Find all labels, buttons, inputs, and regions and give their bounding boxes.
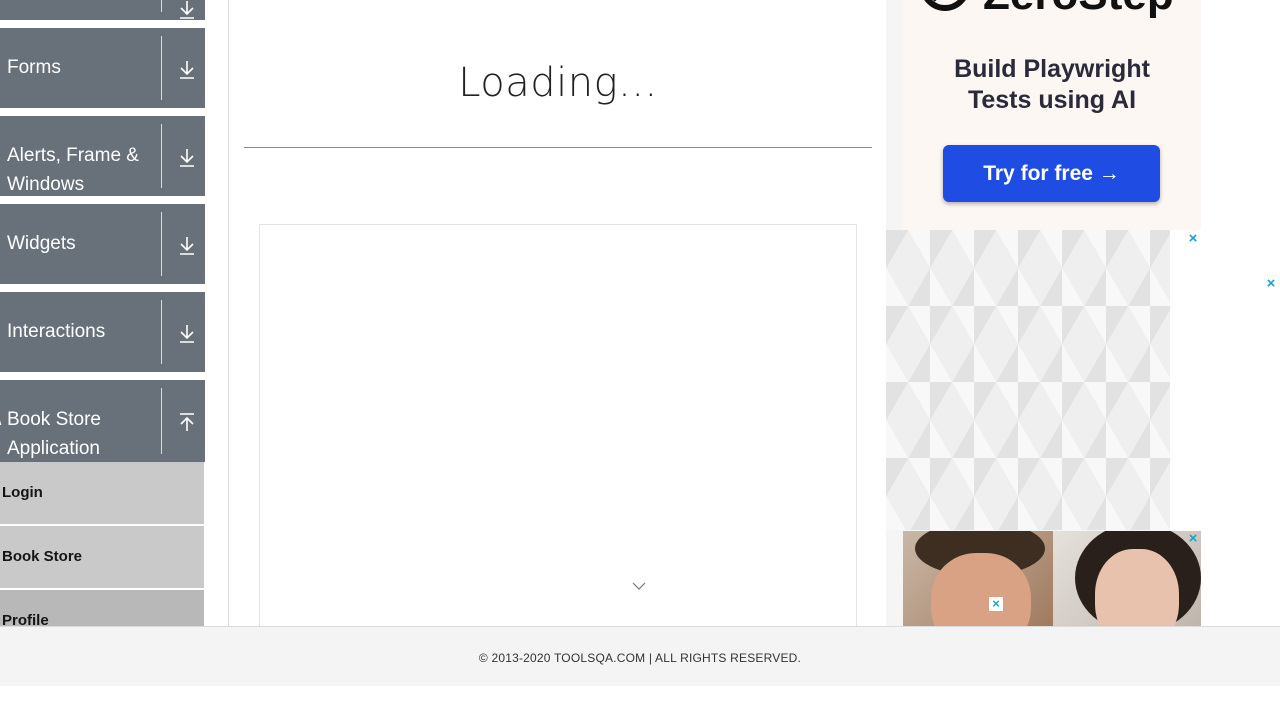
group-separator <box>161 388 162 454</box>
sidebar-group-forms[interactable]: Forms <box>0 28 205 108</box>
sidebar-group-label: Book Store <box>7 409 101 430</box>
close-ad-icon[interactable]: × <box>1186 231 1200 246</box>
group-bullet: | <box>0 141 1 170</box>
sidebar-item-profile[interactable]: Profile <box>0 590 204 626</box>
sidebar-group-label: Alerts, Frame & <box>7 145 139 166</box>
ad-photo-banner[interactable]: × <box>903 531 1201 626</box>
upload-arrow-icon[interactable] <box>175 410 199 434</box>
ad-placeholder-pattern <box>886 230 1170 530</box>
group-separator <box>161 124 162 188</box>
footer: © 2013-2020 TOOLSQA.COM | ALL RIGHTS RES… <box>0 626 1280 686</box>
photo-person-face <box>1095 549 1179 626</box>
download-arrow-icon[interactable] <box>175 0 199 22</box>
title-underline <box>244 147 872 148</box>
footer-copyright: © 2013-2020 TOOLSQA.COM | ALL RIGHTS RES… <box>478 651 802 665</box>
sidebar: Forms | Alerts, Frame & Windows | Widget… <box>0 0 205 626</box>
sidebar-group-interactions[interactable]: | Interactions <box>0 292 205 372</box>
ad-banner-zerostep[interactable]: ZeroStep Build Playwright Tests using AI… <box>903 0 1201 230</box>
sidebar-item-label: Profile <box>2 612 49 626</box>
photo-person-face <box>931 553 1031 626</box>
group-separator <box>161 212 162 276</box>
download-arrow-icon[interactable] <box>175 322 199 346</box>
sidebar-group-alerts[interactable]: | Alerts, Frame & Windows <box>0 116 205 196</box>
group-bullet: | <box>0 317 1 346</box>
close-ad-icon[interactable]: × <box>1264 276 1278 291</box>
sidebar-item-label: Login <box>2 484 43 501</box>
sidebar-divider <box>228 0 229 626</box>
sidebar-group-label-line2: Application <box>7 438 100 459</box>
sidebar-group-widgets[interactable]: | Widgets <box>0 204 205 284</box>
sidebar-group-label: Interactions <box>7 321 106 342</box>
group-bullet: | <box>0 229 1 258</box>
chevron-down-icon[interactable] <box>631 581 647 591</box>
download-arrow-icon[interactable] <box>175 234 199 258</box>
close-ad-icon[interactable]: × <box>1186 531 1200 546</box>
download-arrow-icon[interactable] <box>175 58 199 82</box>
page-title: Loading... <box>458 60 658 106</box>
sidebar-group-label: Forms <box>7 57 61 78</box>
group-bullet: \ <box>0 405 1 434</box>
sidebar-item-book-store[interactable]: Book Store <box>0 526 204 588</box>
close-ad-icon[interactable]: × <box>989 597 1003 611</box>
group-separator <box>161 0 162 12</box>
content-panel <box>259 224 857 634</box>
sidebar-item-label: Book Store <box>2 548 83 565</box>
ad-headline-line1: Build Playwright <box>954 55 1150 83</box>
group-separator <box>161 36 162 100</box>
sidebar-group-elements[interactable] <box>0 0 205 20</box>
sidebar-group-label-line2: Windows <box>7 174 85 195</box>
sidebar-group-book-store-application[interactable]: \ Book Store Application <box>0 380 205 462</box>
ad-brand-text: ZeroStep <box>983 0 1174 20</box>
sidebar-group-label: Widgets <box>7 233 76 254</box>
group-separator <box>161 300 162 364</box>
ad-headline: Build Playwright Tests using AI <box>903 54 1201 116</box>
try-for-free-button[interactable]: Try for free → <box>943 145 1160 202</box>
ad-headline-line2: Tests using AI <box>967 86 1137 114</box>
download-arrow-icon[interactable] <box>175 146 199 170</box>
sidebar-item-login[interactable]: Login <box>0 462 204 524</box>
zerostep-logo-icon <box>924 0 966 11</box>
